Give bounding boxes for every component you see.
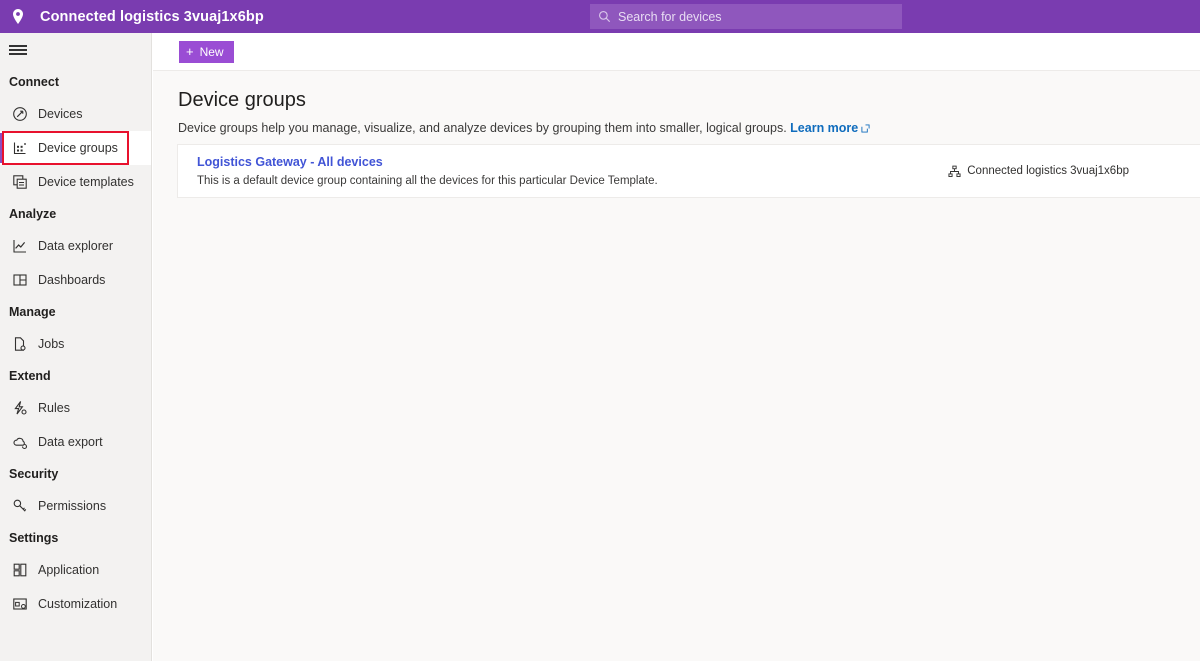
jobs-document-icon [9, 333, 31, 355]
plus-icon: + [186, 45, 194, 58]
command-bar: + New [152, 33, 1200, 70]
devices-icon [9, 103, 31, 125]
sidebar-item-label: Data explorer [38, 239, 113, 253]
sidebar-item-data-explorer[interactable]: Data explorer [0, 229, 151, 263]
rules-lightning-icon [9, 397, 31, 419]
sidebar-item-label: Application [38, 563, 99, 577]
device-groups-icon [9, 137, 31, 159]
device-group-card[interactable]: Logistics Gateway - All devices This is … [177, 144, 1200, 198]
search-input[interactable]: Search for devices [590, 4, 902, 29]
search-icon [598, 10, 611, 23]
sidebar-item-label: Dashboards [38, 273, 105, 287]
sidebar-item-devices[interactable]: Devices [0, 97, 151, 131]
selected-accent-bar [0, 133, 3, 163]
sidebar-item-label: Customization [38, 597, 117, 611]
learn-more-label: Learn more [790, 121, 858, 135]
sidebar-section-analyze: Analyze [0, 199, 151, 229]
sidebar: Connect Devices Device groups [0, 33, 152, 661]
key-icon [9, 495, 31, 517]
app-title: Connected logistics 3vuaj1x6bp [40, 9, 264, 25]
device-templates-icon [9, 171, 31, 193]
device-group-info: Logistics Gateway - All devices This is … [178, 155, 948, 187]
sidebar-item-jobs[interactable]: Jobs [0, 327, 151, 361]
device-group-link[interactable]: Logistics Gateway - All devices [197, 155, 948, 169]
hamburger-line [9, 53, 27, 55]
hamburger-line [9, 45, 27, 47]
sidebar-section-manage: Manage [0, 297, 151, 327]
sidebar-item-label: Device templates [38, 175, 134, 189]
location-pin-icon[interactable] [0, 0, 36, 33]
sidebar-section-extend: Extend [0, 361, 151, 391]
sidebar-section-connect: Connect [0, 67, 151, 97]
sidebar-item-label: Device groups [38, 141, 118, 155]
new-button-label: New [200, 45, 224, 59]
sidebar-item-label: Jobs [38, 337, 64, 351]
hamburger-line [9, 49, 27, 51]
main-content: Device groups Device groups help you man… [153, 70, 1200, 661]
sidebar-item-device-templates[interactable]: Device templates [0, 165, 151, 199]
sidebar-item-label: Permissions [38, 499, 106, 513]
sidebar-item-application[interactable]: Application [0, 553, 151, 587]
organization-label: Connected logistics 3vuaj1x6bp [967, 165, 1129, 177]
app-header: Connected logistics 3vuaj1x6bp Search fo… [0, 0, 1200, 33]
application-layout-icon [9, 559, 31, 581]
search-placeholder: Search for devices [618, 10, 722, 24]
page-description: Device groups help you manage, visualize… [178, 121, 1200, 136]
sidebar-item-dashboards[interactable]: Dashboards [0, 263, 151, 297]
new-button[interactable]: + New [179, 41, 234, 63]
hamburger-menu-icon[interactable] [0, 33, 152, 67]
dashboard-grid-icon [9, 269, 31, 291]
sidebar-item-data-export[interactable]: Data export [0, 425, 151, 459]
sidebar-item-label: Data export [38, 435, 103, 449]
sidebar-item-label: Rules [38, 401, 70, 415]
sidebar-item-device-groups[interactable]: Device groups [0, 131, 151, 165]
page-description-text: Device groups help you manage, visualize… [178, 121, 787, 135]
device-group-organization: Connected logistics 3vuaj1x6bp [948, 165, 1200, 178]
sidebar-section-settings: Settings [0, 523, 151, 553]
sidebar-item-label: Devices [38, 107, 82, 121]
external-link-icon [861, 122, 870, 136]
sidebar-section-security: Security [0, 459, 151, 489]
sidebar-item-permissions[interactable]: Permissions [0, 489, 151, 523]
device-group-description: This is a default device group containin… [197, 175, 948, 187]
sidebar-item-rules[interactable]: Rules [0, 391, 151, 425]
learn-more-link[interactable]: Learn more [790, 121, 870, 135]
cloud-export-icon [9, 431, 31, 453]
customization-icon [9, 593, 31, 615]
page-title: Device groups [178, 89, 1200, 112]
sidebar-item-customization[interactable]: Customization [0, 587, 151, 621]
line-chart-icon [9, 235, 31, 257]
org-hierarchy-icon [948, 165, 961, 178]
